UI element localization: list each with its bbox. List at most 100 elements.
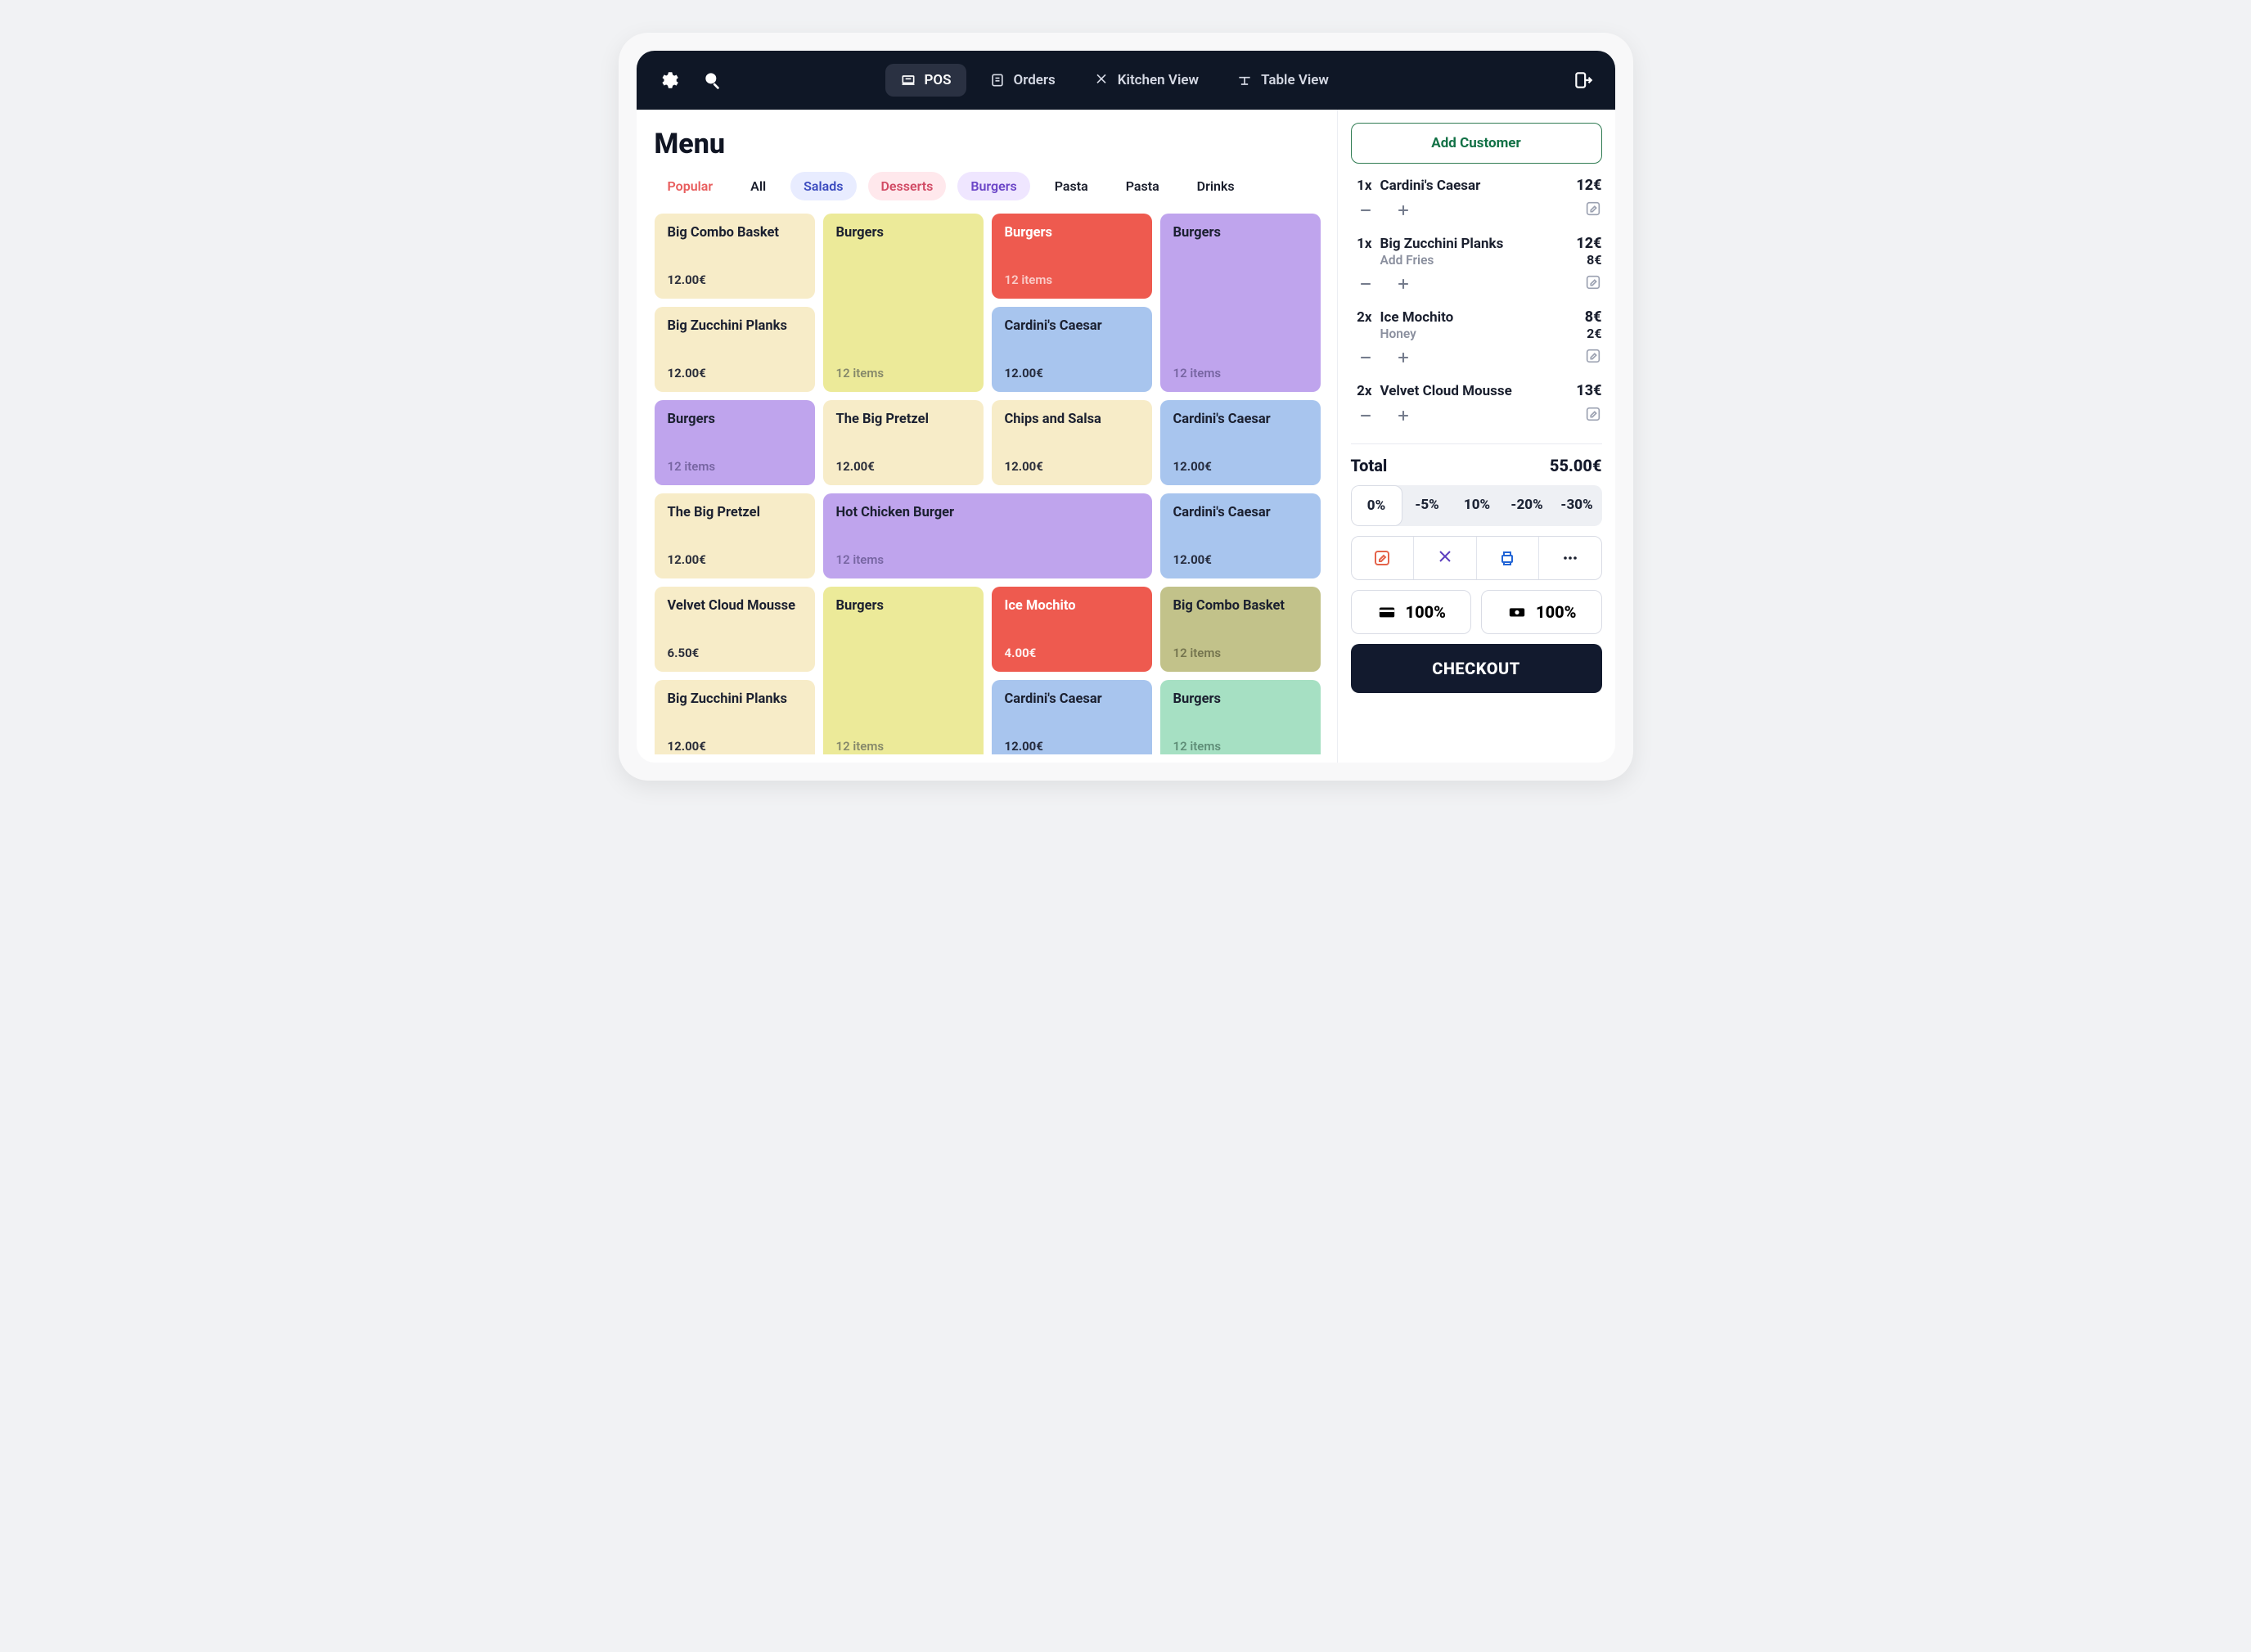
cart-lines: 1x Cardini's Caesar 12€ 1x Big Zucchini … [1351, 173, 1602, 434]
menu-card-title: Cardini's Caesar [1005, 691, 1139, 707]
menu-pane: Menu Popular All Salads Desserts Burgers… [637, 110, 1337, 763]
menu-card-sub: 12.00€ [1005, 366, 1139, 380]
menu-card[interactable]: Cardini's Caesar 12.00€ [1160, 493, 1321, 578]
menu-card-sub: 12.00€ [668, 552, 802, 567]
table-icon [1236, 72, 1253, 88]
menu-card-title: Cardini's Caesar [1173, 412, 1308, 427]
menu-card[interactable]: Burgers 12 items [655, 400, 815, 485]
add-customer-button[interactable]: Add Customer [1351, 123, 1602, 164]
decrement-button[interactable] [1354, 272, 1377, 295]
menu-card-sub: 4.00€ [1005, 646, 1139, 660]
menu-card-sub: 6.50€ [668, 646, 802, 660]
menu-card-title: Big Combo Basket [1173, 598, 1308, 614]
tablet-frame: POS Orders Kitchen View Table View Menu [619, 33, 1633, 781]
tab-desserts[interactable]: Desserts [868, 172, 947, 200]
pay-cash-button[interactable]: 100% [1481, 590, 1602, 634]
discount-20[interactable]: -20% [1502, 485, 1552, 526]
topbar: POS Orders Kitchen View Table View [637, 51, 1615, 110]
cart-qty: 2x [1351, 309, 1372, 326]
menu-card[interactable]: Burgers 12 items [823, 587, 984, 754]
decrement-button[interactable] [1354, 346, 1377, 369]
tab-pasta-1[interactable]: Pasta [1042, 172, 1101, 200]
menu-card[interactable]: Burgers 12 items [992, 214, 1152, 299]
menu-card[interactable]: Big Combo Basket 12.00€ [655, 214, 815, 299]
edit-line-button[interactable] [1584, 200, 1602, 221]
menu-card-title: Ice Mochito [1005, 598, 1139, 614]
menu-card[interactable]: Chips and Salsa 12.00€ [992, 400, 1152, 485]
total-value: 55.00€ [1550, 456, 1602, 475]
nav-table-label: Table View [1261, 72, 1329, 88]
menu-card[interactable]: The Big Pretzel 12.00€ [823, 400, 984, 485]
menu-card-title: Velvet Cloud Mousse [668, 598, 802, 614]
tab-all[interactable]: All [737, 172, 779, 200]
menu-card[interactable]: Burgers 12 items [1160, 214, 1321, 392]
menu-card[interactable]: Hot Chicken Burger 12 items [823, 493, 1152, 578]
nav-orders[interactable]: Orders [975, 64, 1070, 97]
menu-card-sub: 12 items [668, 459, 802, 474]
menu-card-sub: 12.00€ [1005, 739, 1139, 754]
menu-card[interactable]: Velvet Cloud Mousse 6.50€ [655, 587, 815, 672]
cart-qty: 1x [1351, 178, 1372, 194]
edit-line-button[interactable] [1584, 347, 1602, 368]
menu-card-sub: 12 items [1005, 272, 1139, 287]
nav-kitchen[interactable]: Kitchen View [1078, 64, 1213, 97]
decrement-button[interactable] [1354, 404, 1377, 427]
menu-card-title: Hot Chicken Burger [836, 505, 1139, 520]
menu-card-title: Big Zucchini Planks [668, 318, 802, 334]
menu-card-title: Burgers [1173, 691, 1308, 707]
increment-button[interactable] [1392, 272, 1415, 295]
total-label: Total [1351, 456, 1388, 475]
menu-card[interactable]: Big Combo Basket 12 items [1160, 587, 1321, 672]
menu-card-sub: 12 items [1173, 739, 1308, 754]
menu-card[interactable]: Big Zucchini Planks 12.00€ [655, 307, 815, 392]
checkout-button[interactable]: CHECKOUT [1351, 644, 1602, 693]
pay-card-label: 100% [1406, 602, 1446, 622]
discount-10[interactable]: 10% [1452, 485, 1502, 526]
discount-5[interactable]: -5% [1402, 485, 1452, 526]
logout-icon[interactable] [1573, 70, 1594, 91]
tab-drinks[interactable]: Drinks [1184, 172, 1248, 200]
menu-card-title: Cardini's Caesar [1173, 505, 1308, 520]
discount-30[interactable]: -30% [1552, 485, 1602, 526]
increment-button[interactable] [1392, 346, 1415, 369]
note-button[interactable] [1352, 537, 1415, 579]
menu-card[interactable]: Burgers 12 items [1160, 680, 1321, 754]
category-tabs: Popular All Salads Desserts Burgers Past… [655, 172, 1321, 200]
menu-card[interactable]: Cardini's Caesar 12.00€ [992, 680, 1152, 754]
cart-name: Cardini's Caesar [1380, 178, 1569, 194]
increment-button[interactable] [1392, 199, 1415, 222]
discount-0[interactable]: 0% [1351, 485, 1402, 526]
cash-icon [1506, 603, 1528, 621]
print-button[interactable] [1477, 537, 1540, 579]
cart-line: 1x Cardini's Caesar 12€ [1351, 173, 1602, 228]
menu-card-sub: 12 items [836, 552, 1139, 567]
list-icon [989, 72, 1006, 88]
more-button[interactable] [1539, 537, 1601, 579]
tab-salads[interactable]: Salads [790, 172, 856, 200]
menu-card[interactable]: Cardini's Caesar 12.00€ [1160, 400, 1321, 485]
settings-icon[interactable] [658, 70, 679, 91]
menu-card[interactable]: Big Zucchini Planks 12.00€ [655, 680, 815, 754]
nav-pos[interactable]: POS [885, 64, 966, 97]
tab-popular[interactable]: Popular [655, 172, 727, 200]
menu-card-sub: 12.00€ [1005, 459, 1139, 474]
pay-card-button[interactable]: 100% [1351, 590, 1472, 634]
cart-modifier-price: 8€ [1587, 252, 1601, 268]
menu-card[interactable]: Cardini's Caesar 12.00€ [992, 307, 1152, 392]
tab-pasta-2[interactable]: Pasta [1113, 172, 1173, 200]
menu-card[interactable]: Burgers 12 items [823, 214, 984, 392]
app-screen: POS Orders Kitchen View Table View Menu [637, 51, 1615, 763]
nav-table[interactable]: Table View [1222, 64, 1344, 97]
decrement-button[interactable] [1354, 199, 1377, 222]
edit-line-button[interactable] [1584, 273, 1602, 295]
tab-burgers[interactable]: Burgers [957, 172, 1029, 200]
menu-card-sub: 12 items [836, 366, 970, 380]
search-icon[interactable] [702, 70, 723, 91]
menu-grid: Big Combo Basket 12.00€ Burgers 12 items… [655, 214, 1321, 754]
menu-card[interactable]: The Big Pretzel 12.00€ [655, 493, 815, 578]
dine-button[interactable] [1414, 537, 1477, 579]
menu-card-title: Burgers [1005, 225, 1139, 241]
increment-button[interactable] [1392, 404, 1415, 427]
edit-line-button[interactable] [1584, 405, 1602, 426]
menu-card[interactable]: Ice Mochito 4.00€ [992, 587, 1152, 672]
